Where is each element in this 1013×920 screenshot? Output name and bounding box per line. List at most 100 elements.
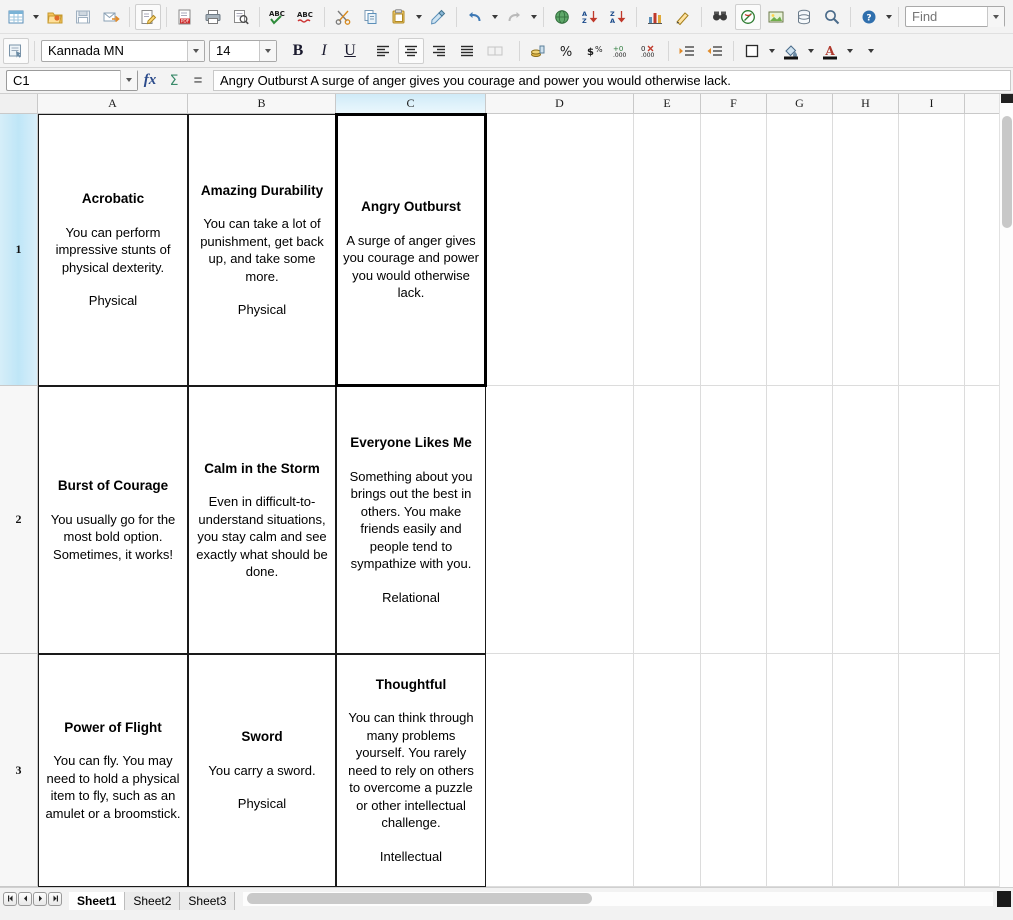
font-color-dropdown-icon[interactable] [844,38,855,64]
font-name-dropdown-icon[interactable] [187,40,204,61]
open-folder-icon[interactable] [42,4,68,30]
cell-d3[interactable] [486,654,634,887]
column-header-g[interactable]: G [767,94,833,114]
row-header-2[interactable]: 2 [0,386,38,654]
number-format-icon[interactable]: $% [581,38,607,64]
align-right-icon[interactable] [426,38,452,64]
cell-c1[interactable]: Angry Outburst A surge of anger gives you… [335,113,487,387]
formula-input[interactable]: Angry Outburst A surge of anger gives yo… [213,69,1011,91]
scroll-up-button[interactable] [1001,94,1013,103]
print-icon[interactable] [200,4,226,30]
font-size-value[interactable]: 14 [210,43,259,58]
background-color-icon[interactable] [778,38,804,64]
italic-button[interactable]: I [312,39,336,63]
cell-h3[interactable] [833,654,899,887]
sort-ascending-icon[interactable]: AZ [577,4,603,30]
column-header-f[interactable]: F [701,94,767,114]
name-box[interactable]: C1 [6,69,138,91]
paste-icon[interactable] [386,4,412,30]
add-decimal-icon[interactable]: +0.000 [609,38,635,64]
toolbar-overflow-icon[interactable] [883,4,894,30]
cell-2[interactable] [965,386,1001,654]
next-sheet-icon[interactable] [33,891,47,906]
cell-b1[interactable]: Amazing Durability You can take a lot of … [188,114,336,386]
cell-f1[interactable] [701,114,767,386]
paragraph-styles-icon[interactable] [3,37,29,64]
redo-dropdown-icon[interactable] [528,4,539,30]
row-header-3[interactable]: 3 [0,654,38,887]
formula-equals-icon[interactable]: = [186,69,210,91]
align-center-icon[interactable] [398,37,424,64]
draw-functions-icon[interactable] [670,4,696,30]
function-wizard-icon[interactable]: fx [138,69,162,91]
borders-icon[interactable] [739,38,765,64]
find-replace-icon[interactable] [707,4,733,30]
sheet-tab-sheet2[interactable]: Sheet2 [125,891,181,910]
print-preview-icon[interactable] [228,4,254,30]
font-name-value[interactable]: Kannada MN [42,43,187,58]
sheet-tab-sheet1[interactable]: Sheet1 [69,891,126,910]
insert-image-icon[interactable] [763,4,789,30]
select-all-corner[interactable] [0,94,38,114]
horizontal-scroll-thumb[interactable] [247,892,593,904]
cell-a3[interactable]: Power of Flight You can fly. You may need… [38,654,188,887]
save-icon[interactable] [70,4,96,30]
export-pdf-icon[interactable]: PDF [172,4,198,30]
cell-e1[interactable] [634,114,701,386]
autospellcheck-icon[interactable]: ABC [293,4,319,30]
font-color-icon[interactable]: A [817,38,843,64]
cell-e2[interactable] [634,386,701,654]
hyperlink-icon[interactable] [549,4,575,30]
cell-c2[interactable]: Everyone Likes Me Something about you bri… [336,386,486,654]
font-size-dropdown-icon[interactable] [259,40,276,61]
cut-icon[interactable] [330,4,356,30]
cell-h2[interactable] [833,386,899,654]
bold-button[interactable]: B [286,39,310,63]
new-document-icon[interactable] [3,4,29,30]
vertical-scrollbar[interactable] [999,94,1013,887]
cell-g3[interactable] [767,654,833,887]
column-header-d[interactable]: D [486,94,634,114]
column-header-a[interactable]: A [38,94,188,114]
cell-1[interactable] [965,114,1001,386]
row-header-1[interactable]: 1 [0,114,38,386]
cell-f2[interactable] [701,386,767,654]
format-toolbar-overflow-icon[interactable] [865,38,876,64]
clone-formatting-icon[interactable] [425,4,451,30]
column-header-c[interactable]: C [336,94,486,114]
underline-button[interactable]: U [338,39,362,63]
data-sources-icon[interactable] [791,4,817,30]
spelling-icon[interactable]: ABC [265,4,291,30]
zoom-icon[interactable] [819,4,845,30]
column-header-e[interactable]: E [634,94,701,114]
font-size-box[interactable]: 14 [209,39,277,62]
cell-d1[interactable] [486,114,634,386]
edit-file-icon[interactable] [135,3,161,30]
undo-dropdown-icon[interactable] [489,4,500,30]
column-header-h[interactable]: H [833,94,899,114]
previous-sheet-icon[interactable] [18,891,32,906]
help-icon[interactable]: ? [856,4,882,30]
cell-i3[interactable] [899,654,965,887]
name-box-value[interactable]: C1 [7,73,120,88]
cell-i2[interactable] [899,386,965,654]
find-dropdown-icon[interactable] [987,6,1004,27]
align-left-icon[interactable] [370,38,396,64]
spelling-red-icon[interactable] [735,3,761,30]
cell-e3[interactable] [634,654,701,887]
horizontal-scrollbar[interactable] [243,891,993,906]
vertical-scroll-thumb[interactable] [1002,116,1012,228]
column-header-i[interactable]: I [899,94,965,114]
undo-icon[interactable] [462,4,488,30]
merge-cells-icon[interactable] [482,38,508,64]
align-justify-icon[interactable] [454,38,480,64]
sum-sigma-icon[interactable]: Σ [162,69,186,91]
cell-i1[interactable] [899,114,965,386]
redo-icon[interactable] [501,4,527,30]
paste-dropdown-icon[interactable] [413,4,424,30]
decrease-indent-icon[interactable] [674,38,700,64]
copy-icon[interactable] [358,4,384,30]
cell-c3[interactable]: Thoughtful You can think through many pro… [336,654,486,887]
insert-chart-icon[interactable] [642,4,668,30]
percent-format-icon[interactable]: % [553,38,579,64]
